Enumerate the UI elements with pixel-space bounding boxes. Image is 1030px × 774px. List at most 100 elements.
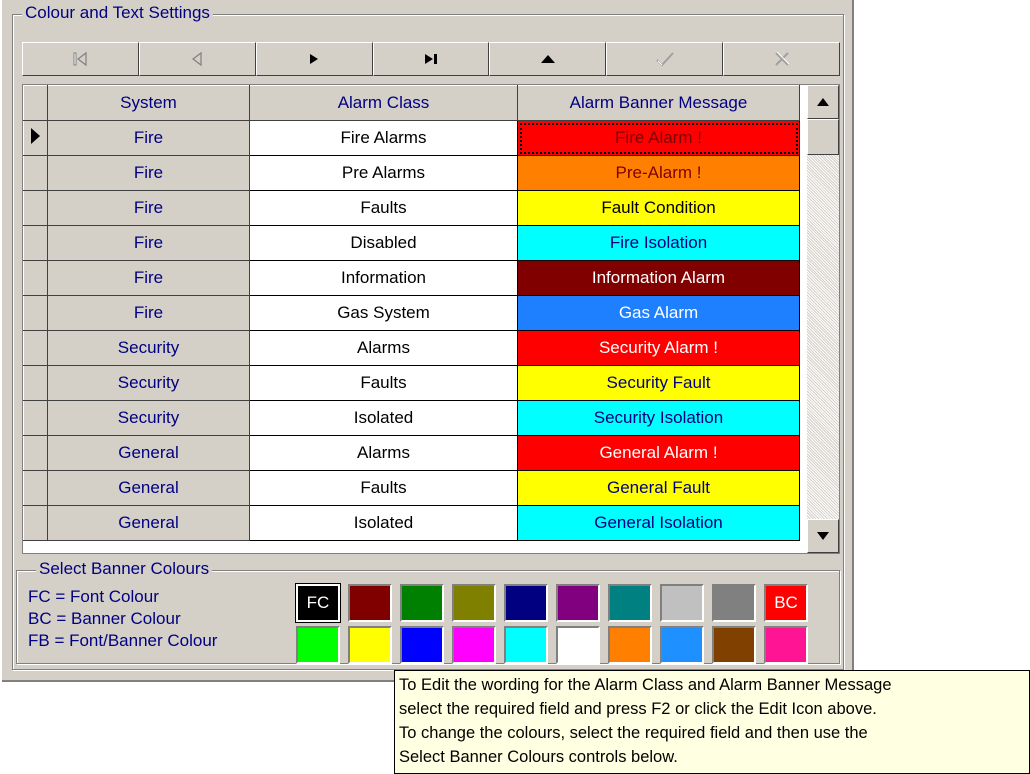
colour-swatch[interactable] <box>296 626 340 664</box>
colour-swatch[interactable] <box>348 584 392 622</box>
system-cell[interactable]: Fire <box>47 190 250 226</box>
alarm-settings-grid[interactable]: System Alarm Class Alarm Banner Message … <box>22 84 840 554</box>
colour-swatch[interactable] <box>712 626 756 664</box>
check-icon <box>654 50 676 68</box>
banner-message-cell[interactable]: General Alarm ! <box>517 435 800 471</box>
banner-message-column-header[interactable]: Alarm Banner Message <box>517 85 800 121</box>
colour-swatch[interactable] <box>504 626 548 664</box>
table-row[interactable]: Fire Disabled Fire Isolation <box>23 225 800 261</box>
colour-swatch[interactable] <box>608 584 652 622</box>
alarm-class-cell[interactable]: Faults <box>249 470 518 506</box>
system-cell[interactable]: Security <box>47 330 250 366</box>
system-cell[interactable]: Fire <box>47 120 250 156</box>
system-cell[interactable]: Security <box>47 400 250 436</box>
banner-message-cell[interactable]: Security Alarm ! <box>517 330 800 366</box>
row-indicator[interactable] <box>23 120 48 156</box>
help-tooltip: To Edit the wording for the Alarm Class … <box>394 670 1030 774</box>
table-row[interactable]: General Alarms General Alarm ! <box>23 435 800 471</box>
row-indicator[interactable] <box>23 470 48 506</box>
colour-swatch[interactable] <box>348 626 392 664</box>
alarm-class-cell[interactable]: Gas System <box>249 295 518 331</box>
alarm-settings-table: System Alarm Class Alarm Banner Message … <box>23 85 800 541</box>
banner-message-cell[interactable]: Security Isolation <box>517 400 800 436</box>
next-record-button[interactable] <box>255 42 373 76</box>
row-indicator[interactable] <box>23 225 48 261</box>
cancel-record-button[interactable] <box>723 42 841 76</box>
banner-message-cell[interactable]: Pre-Alarm ! <box>517 155 800 191</box>
colour-swatch[interactable] <box>660 626 704 664</box>
table-row[interactable]: Fire Gas System Gas Alarm <box>23 295 800 331</box>
colour-swatch[interactable] <box>712 584 756 622</box>
alarm-class-column-header[interactable]: Alarm Class <box>249 85 518 121</box>
banner-message-cell[interactable]: General Isolation <box>517 505 800 541</box>
system-cell[interactable]: General <box>47 470 250 506</box>
alarm-class-cell[interactable]: Fire Alarms <box>249 120 518 156</box>
system-cell[interactable]: Security <box>47 365 250 401</box>
row-indicator[interactable] <box>23 435 48 471</box>
banner-colours-group-title: Select Banner Colours <box>36 559 213 579</box>
colour-swatch[interactable] <box>400 626 444 664</box>
alarm-class-cell[interactable]: Information <box>249 260 518 296</box>
banner-message-cell[interactable]: Fire Isolation <box>517 225 800 261</box>
colour-swatch[interactable] <box>608 626 652 664</box>
cancel-icon <box>773 50 791 68</box>
colour-swatch[interactable] <box>660 584 704 622</box>
banner-message-cell[interactable]: Gas Alarm <box>517 295 800 331</box>
row-indicator[interactable] <box>23 155 48 191</box>
row-indicator[interactable] <box>23 505 48 541</box>
scroll-up-button[interactable] <box>807 85 839 119</box>
banner-message-cell[interactable]: General Fault <box>517 470 800 506</box>
row-indicator[interactable] <box>23 260 48 296</box>
colour-swatch[interactable]: FC <box>295 583 341 623</box>
system-column-header[interactable]: System <box>47 85 250 121</box>
post-record-button[interactable] <box>606 42 724 76</box>
grid-vertical-scrollbar[interactable] <box>807 85 839 553</box>
table-row[interactable]: Fire Pre Alarms Pre-Alarm ! <box>23 155 800 191</box>
table-row[interactable]: Security Faults Security Fault <box>23 365 800 401</box>
table-row[interactable]: Security Alarms Security Alarm ! <box>23 330 800 366</box>
alarm-class-cell[interactable]: Isolated <box>249 505 518 541</box>
system-cell[interactable]: General <box>47 435 250 471</box>
scroll-down-button[interactable] <box>807 519 839 553</box>
prior-record-button[interactable] <box>138 42 256 76</box>
row-indicator[interactable] <box>23 365 48 401</box>
colour-swatch[interactable]: BC <box>764 584 808 622</box>
first-record-button[interactable] <box>22 42 139 76</box>
system-cell[interactable]: Fire <box>47 260 250 296</box>
edit-record-button[interactable] <box>489 42 607 76</box>
alarm-class-cell[interactable]: Disabled <box>249 225 518 261</box>
table-row[interactable]: Fire Fire Alarms Fire Alarm ! <box>23 120 800 156</box>
row-indicator[interactable] <box>23 330 48 366</box>
table-row[interactable]: General Isolated General Isolation <box>23 505 800 541</box>
table-row[interactable]: Fire Faults Fault Condition <box>23 190 800 226</box>
alarm-class-cell[interactable]: Faults <box>249 365 518 401</box>
banner-message-cell[interactable]: Fire Alarm ! <box>517 120 800 156</box>
alarm-class-cell[interactable]: Alarms <box>249 330 518 366</box>
last-record-button[interactable] <box>372 42 490 76</box>
colour-swatch[interactable] <box>504 584 548 622</box>
table-row[interactable]: Fire Information Information Alarm <box>23 260 800 296</box>
banner-message-cell[interactable]: Security Fault <box>517 365 800 401</box>
colour-swatch[interactable] <box>452 626 496 664</box>
colour-swatch[interactable] <box>452 584 496 622</box>
row-indicator[interactable] <box>23 190 48 226</box>
system-cell[interactable]: Fire <box>47 225 250 261</box>
colour-swatch[interactable] <box>556 626 600 664</box>
colour-swatch[interactable] <box>556 584 600 622</box>
system-cell[interactable]: General <box>47 505 250 541</box>
alarm-class-cell[interactable]: Faults <box>249 190 518 226</box>
scroll-thumb[interactable] <box>807 119 839 155</box>
alarm-class-cell[interactable]: Isolated <box>249 400 518 436</box>
alarm-class-cell[interactable]: Pre Alarms <box>249 155 518 191</box>
colour-swatch[interactable] <box>400 584 444 622</box>
table-row[interactable]: Security Isolated Security Isolation <box>23 400 800 436</box>
table-row[interactable]: General Faults General Fault <box>23 470 800 506</box>
banner-message-cell[interactable]: Fault Condition <box>517 190 800 226</box>
system-cell[interactable]: Fire <box>47 155 250 191</box>
alarm-class-cell[interactable]: Alarms <box>249 435 518 471</box>
banner-message-cell[interactable]: Information Alarm <box>517 260 800 296</box>
row-indicator[interactable] <box>23 295 48 331</box>
row-indicator[interactable] <box>23 400 48 436</box>
system-cell[interactable]: Fire <box>47 295 250 331</box>
colour-swatch[interactable] <box>764 626 808 664</box>
